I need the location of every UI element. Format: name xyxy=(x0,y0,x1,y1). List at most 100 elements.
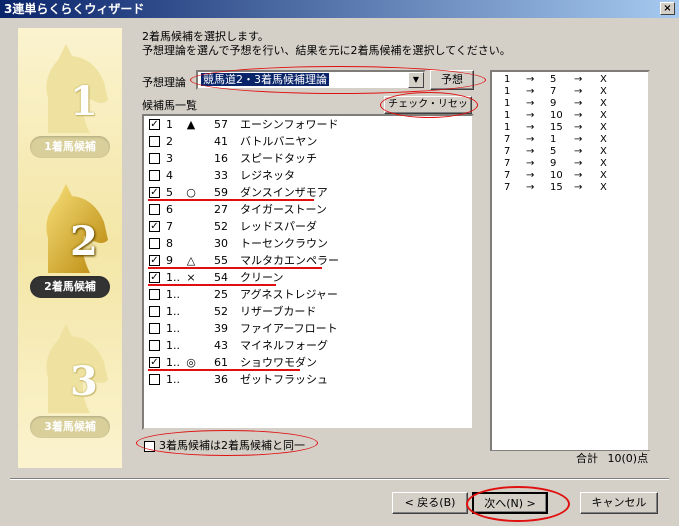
list-item[interactable]: 1.. 43 マイネルフォーグ xyxy=(144,337,472,354)
horse-score: 16 xyxy=(214,152,228,165)
list-item[interactable]: 1.. 39 ファイアーフロート xyxy=(144,320,472,337)
horse-name: ゼットフラッシュ xyxy=(240,373,328,386)
list-item[interactable]: 4 33 レジネッタ xyxy=(144,167,472,184)
candidate-checkbox[interactable] xyxy=(149,238,160,249)
candidate-checkbox[interactable]: ✓ xyxy=(149,187,160,198)
next-button[interactable]: 次へ(N) > xyxy=(472,492,548,514)
horse-number: 8 xyxy=(166,237,173,250)
list-item[interactable]: ✓ 1 ▲ 57 エーシンフォワード xyxy=(144,116,472,133)
candidate-checkbox[interactable] xyxy=(149,374,160,385)
candidate-checkbox[interactable] xyxy=(149,153,160,164)
horse-number: 7 xyxy=(166,220,173,233)
result-row[interactable]: 7 → 15 → X xyxy=(492,182,648,194)
same-as-second-checkbox[interactable] xyxy=(144,440,155,452)
list-item[interactable]: 2 41 バトルバニヤン xyxy=(144,133,472,150)
arrow-icon: → xyxy=(574,86,583,97)
result-row[interactable]: 7 → 10 → X xyxy=(492,170,648,182)
predict-button[interactable]: 予想 xyxy=(430,70,474,90)
list-item[interactable]: 6 27 タイガーストーン xyxy=(144,201,472,218)
candidates-label: 候補馬一覧 xyxy=(142,99,197,112)
result-list[interactable]: 1 → 5 → X 1 → 7 → X 1 → 9 → X 1 → 10 → X 1 → 15 → X 7 → 1 → X 7 → 5 → X 7 → 9… xyxy=(490,70,650,466)
candidate-checkbox[interactable] xyxy=(149,136,160,147)
arrow-icon: → xyxy=(526,110,535,121)
annotation-underline-row-10 xyxy=(148,284,276,286)
candidate-checkbox[interactable]: ✓ xyxy=(149,272,160,283)
candidate-checkbox[interactable] xyxy=(149,306,160,317)
list-item[interactable]: 1.. 25 アグネストレジャー xyxy=(144,286,472,303)
candidate-checkbox[interactable]: ✓ xyxy=(149,119,160,130)
horse-number: 1.. xyxy=(166,373,180,386)
step-2: 2 2着馬候補 xyxy=(18,178,122,308)
horse-name: トーセンクラウン xyxy=(240,237,328,250)
instruction-line-2: 予想理論を選んで予想を行い、結果を元に2着馬候補を選択してください。 xyxy=(142,44,511,57)
theory-select[interactable]: 競馬道2・3着馬候補理論 ▼ xyxy=(196,70,426,90)
candidate-checkbox[interactable]: ✓ xyxy=(149,357,160,368)
third-place: X xyxy=(600,98,607,109)
horse-name: エーシンフォワード xyxy=(240,118,339,131)
horse-number: 1.. xyxy=(166,288,180,301)
second-place: 1 xyxy=(550,134,557,145)
horse-number: 1.. xyxy=(166,305,180,318)
horse-name: マイネルフォーグ xyxy=(240,339,328,352)
arrow-icon: → xyxy=(526,158,535,169)
annotation-underline-row-5 xyxy=(148,199,314,201)
arrow-icon: → xyxy=(526,86,535,97)
same-as-second-label: 3着馬候補は2着馬候補と同一 xyxy=(159,439,305,452)
result-row[interactable]: 7 → 1 → X xyxy=(492,134,648,146)
result-row[interactable]: 1 → 5 → X xyxy=(492,74,648,86)
second-place: 9 xyxy=(550,98,557,109)
check-reset-button[interactable]: チェック・リセット xyxy=(384,96,472,126)
second-place: 10 xyxy=(550,170,563,181)
list-item[interactable]: 1.. 52 リザーブカード xyxy=(144,303,472,320)
step-3-label: 3着馬候補 xyxy=(30,416,110,438)
result-row[interactable]: 1 → 10 → X xyxy=(492,110,648,122)
annotation-underline-row-9 xyxy=(148,267,322,269)
step-2-number: 2 xyxy=(70,218,98,265)
arrow-icon: → xyxy=(526,74,535,85)
close-icon[interactable]: × xyxy=(660,2,675,15)
step-3: 3 3着馬候補 xyxy=(18,318,122,448)
candidate-checkbox[interactable] xyxy=(149,170,160,181)
first-place: 1 xyxy=(504,110,511,121)
first-place: 7 xyxy=(504,182,511,193)
list-item[interactable]: ✓ 7 52 レッドスパーダ xyxy=(144,218,472,235)
result-row[interactable]: 1 → 7 → X xyxy=(492,86,648,98)
wizard-sidebar: 1 1着馬候補 2 2着馬候補 3 3着馬候補 xyxy=(18,28,122,468)
back-button[interactable]: < 戻る(B) xyxy=(392,492,468,514)
list-item[interactable]: 8 30 トーセンクラウン xyxy=(144,235,472,252)
candidate-checkbox[interactable] xyxy=(149,340,160,351)
result-row[interactable]: 7 → 9 → X xyxy=(492,158,648,170)
second-place: 15 xyxy=(550,122,563,133)
third-place: X xyxy=(600,146,607,157)
result-row[interactable]: 1 → 9 → X xyxy=(492,98,648,110)
step-2-label: 2着馬候補 xyxy=(30,276,110,298)
arrow-icon: → xyxy=(574,146,583,157)
arrow-icon: → xyxy=(574,74,583,85)
candidate-list[interactable]: ✓ 1 ▲ 57 エーシンフォワード 2 41 バトルバニヤン 3 16 スピードタッチ 4 33 レジネ… xyxy=(142,114,474,430)
first-place: 1 xyxy=(504,122,511,133)
list-item[interactable]: 1.. 36 ゼットフラッシュ xyxy=(144,371,472,388)
candidate-checkbox[interactable] xyxy=(149,323,160,334)
third-place: X xyxy=(600,74,607,85)
arrow-icon: → xyxy=(526,122,535,133)
candidate-checkbox[interactable] xyxy=(149,204,160,215)
candidate-checkbox[interactable] xyxy=(149,289,160,300)
horse-score: 41 xyxy=(214,135,228,148)
cancel-button[interactable]: キャンセル xyxy=(580,492,658,514)
horse-score: 30 xyxy=(214,237,228,250)
horse-score: 57 xyxy=(214,118,228,131)
first-place: 7 xyxy=(504,170,511,181)
horse-score: 27 xyxy=(214,203,228,216)
chevron-down-icon[interactable]: ▼ xyxy=(408,72,424,88)
instruction-line-1: 2着馬候補を選択します。 xyxy=(142,30,269,43)
arrow-icon: → xyxy=(526,170,535,181)
same-as-second-option[interactable]: 3着馬候補は2着馬候補と同一 xyxy=(144,437,305,453)
step-1-number: 1 xyxy=(70,78,98,125)
list-item[interactable]: 3 16 スピードタッチ xyxy=(144,150,472,167)
result-row[interactable]: 7 → 5 → X xyxy=(492,146,648,158)
prediction-mark: ▲ xyxy=(186,118,196,131)
candidate-checkbox[interactable]: ✓ xyxy=(149,221,160,232)
candidate-checkbox[interactable]: ✓ xyxy=(149,255,160,266)
step-3-number: 3 xyxy=(70,358,98,405)
result-row[interactable]: 1 → 15 → X xyxy=(492,122,648,134)
